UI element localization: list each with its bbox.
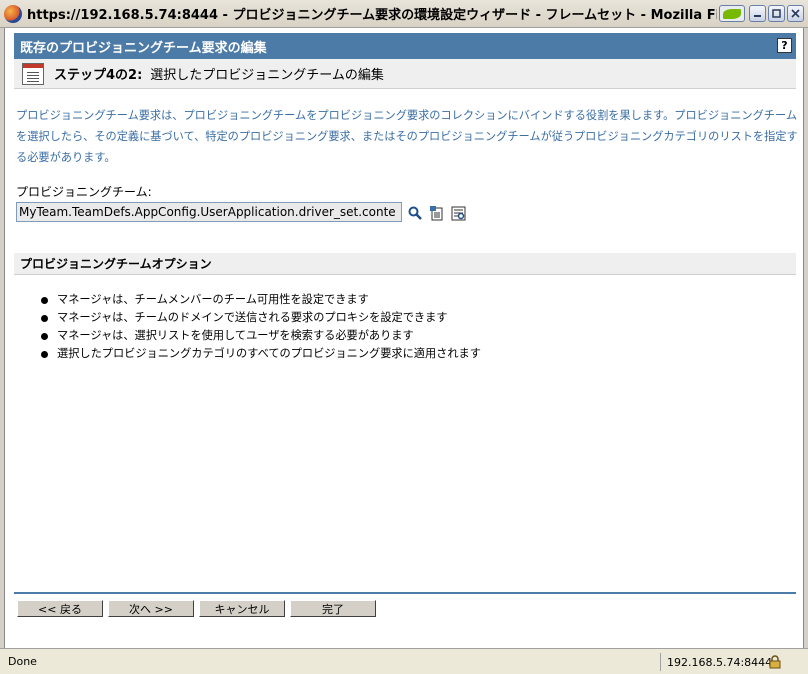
back-button[interactable]: << 戻る (17, 600, 103, 617)
close-button[interactable] (787, 5, 804, 22)
close-icon (791, 9, 800, 18)
next-button[interactable]: 次へ >> (108, 600, 194, 617)
help-icon[interactable]: ? (777, 38, 792, 53)
firefox-icon (4, 4, 22, 23)
step-bar: ステップ4の2: 選択したプロビジョニングチームの編集 (14, 59, 796, 89)
cancel-button[interactable]: キャンセル (199, 600, 285, 617)
footer-divider (14, 592, 796, 594)
wizard-content: 既存のプロビジョニングチーム要求の編集 ? ステップ4の2: 選択したプロビジョ… (4, 28, 804, 648)
status-bar: Done 192.168.5.74:8444 (0, 648, 808, 674)
list-item: マネージャは、チームのドメインで送信される要求のプロキシを設定できます (41, 309, 481, 327)
maximize-icon (772, 9, 781, 18)
step-description: 選択したプロビジョニングチームの編集 (150, 68, 384, 83)
team-input[interactable]: MyTeam.TeamDefs.AppConfig.UserApplicatio… (16, 202, 402, 222)
step-label: ステップ4の2: (54, 68, 143, 83)
intro-text: プロビジョニングチーム要求は、プロビジョニングチームをプロビジョニング要求のコレ… (16, 109, 798, 164)
list-item: マネージャは、選択リストを使用してユーザを検索する必要があります (41, 327, 481, 345)
lock-icon[interactable] (768, 655, 782, 669)
details-icon[interactable] (450, 205, 466, 221)
window-title-bar: https://192.168.5.74:8444 - プロビジョニングチーム要… (0, 0, 808, 28)
options-list: マネージャは、チームメンバーのチーム可用性を設定できます マネージャは、チームの… (41, 291, 481, 363)
wizard-title: 既存のプロビジョニングチーム要求の編集 (20, 40, 267, 56)
window-title: https://192.168.5.74:8444 - プロビジョニングチーム要… (27, 8, 717, 23)
search-icon[interactable] (407, 205, 423, 221)
window-controls (719, 5, 804, 22)
nvidia-icon[interactable] (719, 5, 745, 22)
history-icon[interactable] (428, 205, 444, 221)
list-item: 選択したプロビジョニングカテゴリのすべてのプロビジョニング要求に適用されます (41, 345, 481, 363)
maximize-button[interactable] (768, 5, 785, 22)
status-host: 192.168.5.74:8444 (660, 653, 772, 671)
list-item: マネージャは、チームメンバーのチーム可用性を設定できます (41, 291, 481, 309)
status-text: Done (8, 655, 37, 668)
minimize-icon (754, 15, 761, 17)
edit-form-icon (22, 62, 44, 85)
minimize-button[interactable] (749, 5, 766, 22)
wizard-header: 既存のプロビジョニングチーム要求の編集 ? (14, 33, 796, 59)
team-label: プロビジョニングチーム: (16, 185, 152, 199)
finish-button[interactable]: 完了 (290, 600, 376, 617)
options-header: プロビジョニングチームオプション (14, 253, 796, 275)
